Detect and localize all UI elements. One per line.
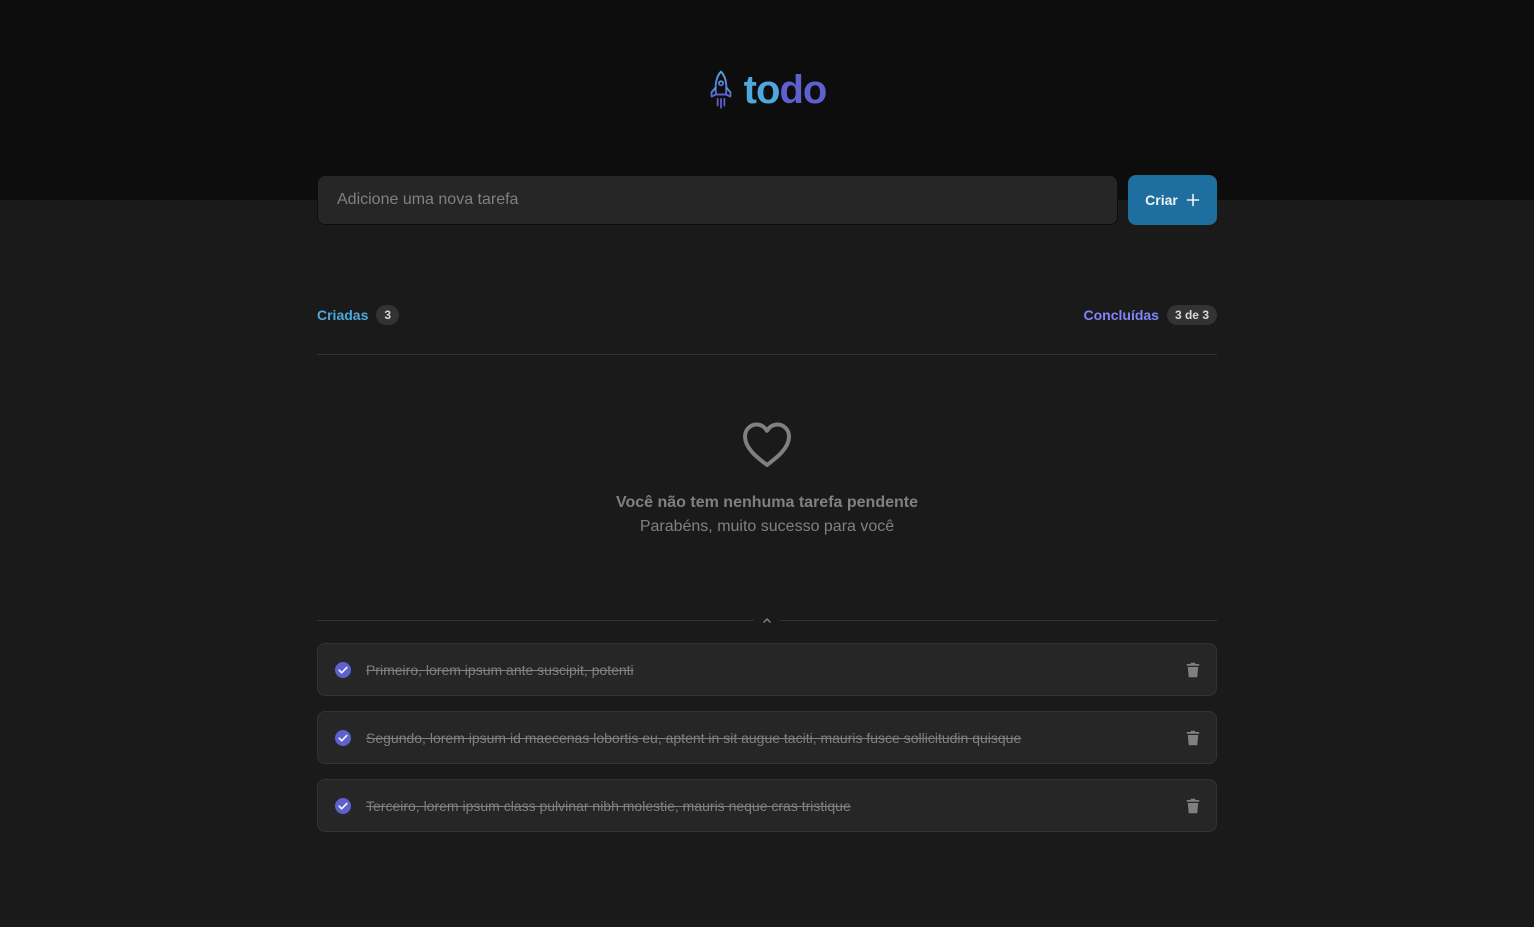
created-count-badge: 3 bbox=[376, 305, 400, 325]
app-logo: todo bbox=[0, 68, 1534, 112]
completed-section-divider bbox=[317, 612, 1217, 628]
checked-circle-icon[interactable] bbox=[334, 797, 352, 815]
done-label: Concluídas bbox=[1083, 307, 1159, 323]
empty-state-subtitle: Parabéns, muito sucesso para você bbox=[639, 518, 895, 535]
checked-circle-icon[interactable] bbox=[334, 661, 352, 679]
divider-left bbox=[317, 619, 754, 621]
task-text: Primeiro, lorem ipsum ante suscipit, pot… bbox=[366, 661, 634, 678]
created-counter: Criadas 3 bbox=[317, 305, 400, 325]
plus-icon bbox=[1186, 193, 1200, 207]
create-task-button[interactable]: Criar bbox=[1128, 175, 1217, 225]
checked-circle-icon[interactable] bbox=[334, 729, 352, 747]
trash-icon[interactable] bbox=[1186, 798, 1200, 814]
divider bbox=[317, 354, 1217, 355]
task-counters: Criadas 3 Concluídas 3 de 3 bbox=[317, 304, 1217, 326]
logo-text-do: do bbox=[779, 68, 827, 112]
divider-right bbox=[780, 619, 1217, 621]
done-count-badge: 3 de 3 bbox=[1166, 305, 1217, 325]
empty-state: Você não tem nenhuma tarefa pendente Par… bbox=[317, 420, 1217, 537]
task-item: Terceiro, lorem ipsum class pulvinar nib… bbox=[317, 779, 1217, 832]
task-list: Primeiro, lorem ipsum ante suscipit, pot… bbox=[317, 643, 1217, 832]
create-button-label: Criar bbox=[1145, 192, 1178, 208]
trash-icon[interactable] bbox=[1186, 662, 1200, 678]
heart-icon bbox=[743, 422, 791, 467]
trash-icon[interactable] bbox=[1186, 730, 1200, 746]
task-item: Primeiro, lorem ipsum ante suscipit, pot… bbox=[317, 643, 1217, 696]
task-item: Segundo, lorem ipsum id maecenas loborti… bbox=[317, 711, 1217, 764]
task-text: Terceiro, lorem ipsum class pulvinar nib… bbox=[366, 797, 851, 814]
logo-text: todo bbox=[743, 68, 828, 112]
created-label: Criadas bbox=[317, 307, 369, 323]
new-task-input[interactable] bbox=[317, 175, 1118, 225]
rocket-icon bbox=[710, 70, 732, 109]
task-text: Segundo, lorem ipsum id maecenas loborti… bbox=[366, 729, 1022, 746]
empty-state-title: Você não tem nenhuma tarefa pendente bbox=[616, 494, 918, 511]
chevron-up-icon[interactable] bbox=[762, 616, 772, 624]
logo-text-to: to bbox=[743, 68, 781, 112]
done-counter: Concluídas 3 de 3 bbox=[1083, 305, 1217, 325]
new-task-form: Criar bbox=[317, 175, 1217, 225]
